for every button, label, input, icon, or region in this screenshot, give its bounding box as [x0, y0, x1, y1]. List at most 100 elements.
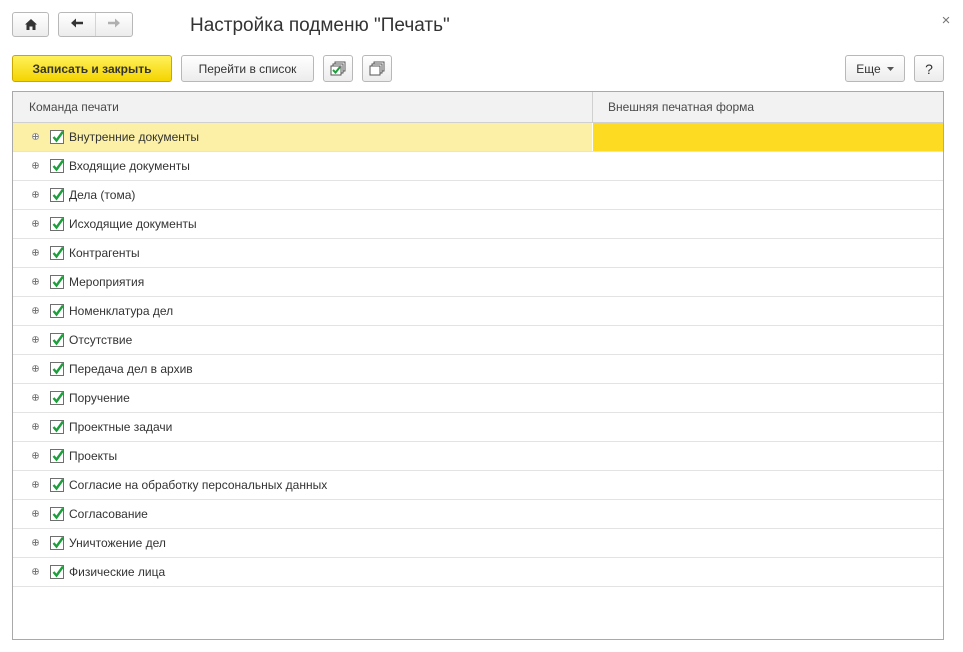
external-form-cell[interactable] [593, 297, 943, 325]
checkbox-icon[interactable] [50, 130, 64, 144]
history-nav [58, 12, 133, 37]
external-form-cell[interactable] [593, 326, 943, 354]
chevron-down-icon [886, 66, 894, 71]
checkbox-icon[interactable] [50, 362, 64, 376]
expand-icon[interactable] [32, 394, 39, 401]
check-all-button[interactable] [323, 55, 353, 82]
arrow-right-icon [107, 17, 121, 32]
expand-icon[interactable] [32, 133, 39, 140]
expand-icon[interactable] [32, 452, 39, 459]
table-row[interactable]: Контрагенты [13, 239, 943, 268]
command-cell[interactable]: Отсутствие [13, 326, 592, 354]
table-row[interactable]: Согласование [13, 500, 943, 529]
external-form-cell[interactable] [593, 239, 943, 267]
table-row[interactable]: Уничтожение дел [13, 529, 943, 558]
checkbox-icon[interactable] [50, 217, 64, 231]
external-form-cell[interactable] [593, 123, 943, 151]
external-form-cell[interactable] [593, 355, 943, 383]
expand-icon[interactable] [32, 220, 39, 227]
table-row[interactable]: Передача дел в архив [13, 355, 943, 384]
external-form-cell[interactable] [593, 529, 943, 557]
table-row[interactable]: Внутренние документы [13, 123, 943, 152]
external-form-cell[interactable] [593, 558, 943, 586]
checkbox-icon[interactable] [50, 565, 64, 579]
command-cell[interactable]: Проекты [13, 442, 592, 470]
save-and-close-button[interactable]: Записать и закрыть [12, 55, 172, 82]
command-label: Входящие документы [69, 159, 190, 173]
command-cell[interactable]: Исходящие документы [13, 210, 592, 238]
external-form-cell[interactable] [593, 210, 943, 238]
checkbox-icon[interactable] [50, 246, 64, 260]
checkbox-icon[interactable] [50, 304, 64, 318]
command-cell[interactable]: Входящие документы [13, 152, 592, 180]
table-row[interactable]: Согласие на обработку персональных данны… [13, 471, 943, 500]
command-cell[interactable]: Мероприятия [13, 268, 592, 296]
table-row[interactable]: Отсутствие [13, 326, 943, 355]
external-form-cell[interactable] [593, 413, 943, 441]
checkbox-icon[interactable] [50, 478, 64, 492]
column-header-command[interactable]: Команда печати [29, 92, 119, 122]
command-label: Отсутствие [69, 333, 133, 347]
expand-icon[interactable] [32, 423, 39, 430]
external-form-cell[interactable] [593, 384, 943, 412]
close-icon[interactable]: × [938, 12, 954, 28]
expand-icon[interactable] [32, 539, 39, 546]
back-button[interactable] [59, 13, 95, 36]
checkbox-icon[interactable] [50, 420, 64, 434]
command-cell[interactable]: Согласие на обработку персональных данны… [13, 471, 592, 499]
command-cell[interactable]: Контрагенты [13, 239, 592, 267]
more-button[interactable]: Еще [845, 55, 905, 82]
expand-icon[interactable] [32, 510, 39, 517]
table-row[interactable]: Мероприятия [13, 268, 943, 297]
column-header-external-form[interactable]: Внешняя печатная форма [608, 92, 754, 122]
command-cell[interactable]: Передача дел в архив [13, 355, 592, 383]
external-form-cell[interactable] [593, 152, 943, 180]
command-cell[interactable]: Уничтожение дел [13, 529, 592, 557]
command-cell[interactable]: Поручение [13, 384, 592, 412]
home-button[interactable] [12, 12, 49, 37]
table-row[interactable]: Проекты [13, 442, 943, 471]
external-form-cell[interactable] [593, 181, 943, 209]
forward-button[interactable] [95, 13, 132, 36]
checkbox-icon[interactable] [50, 449, 64, 463]
external-form-cell[interactable] [593, 471, 943, 499]
command-cell[interactable]: Номенклатура дел [13, 297, 592, 325]
external-form-cell[interactable] [593, 268, 943, 296]
command-cell[interactable]: Проектные задачи [13, 413, 592, 441]
table-row[interactable]: Входящие документы [13, 152, 943, 181]
command-cell[interactable]: Физические лица [13, 558, 592, 586]
external-form-cell[interactable] [593, 500, 943, 528]
expand-icon[interactable] [32, 191, 39, 198]
checkbox-icon[interactable] [50, 536, 64, 550]
expand-icon[interactable] [32, 568, 39, 575]
page-title: Настройка подменю "Печать" [190, 15, 450, 36]
table-row[interactable]: Исходящие документы [13, 210, 943, 239]
command-cell[interactable]: Дела (тома) [13, 181, 592, 209]
external-form-cell[interactable] [593, 442, 943, 470]
expand-icon[interactable] [32, 336, 39, 343]
expand-icon[interactable] [32, 278, 39, 285]
checkbox-icon[interactable] [50, 159, 64, 173]
help-button[interactable]: ? [914, 55, 944, 82]
checkbox-icon[interactable] [50, 275, 64, 289]
uncheck-all-button[interactable] [362, 55, 392, 82]
checkbox-icon[interactable] [50, 333, 64, 347]
checkbox-icon[interactable] [50, 188, 64, 202]
command-cell[interactable]: Внутренние документы [13, 123, 592, 151]
table-row[interactable]: Дела (тома) [13, 181, 943, 210]
expand-icon[interactable] [32, 307, 39, 314]
goto-list-button[interactable]: Перейти в список [181, 55, 314, 82]
table-row[interactable]: Физические лица [13, 558, 943, 587]
table-row[interactable]: Проектные задачи [13, 413, 943, 442]
checkbox-icon[interactable] [50, 391, 64, 405]
expand-icon[interactable] [32, 365, 39, 372]
table-row[interactable]: Поручение [13, 384, 943, 413]
command-cell[interactable]: Согласование [13, 500, 592, 528]
expand-icon[interactable] [32, 481, 39, 488]
checkbox-icon[interactable] [50, 507, 64, 521]
table-header: Команда печати Внешняя печатная форма [13, 92, 943, 123]
expand-icon[interactable] [32, 249, 39, 256]
table-row[interactable]: Номенклатура дел [13, 297, 943, 326]
expand-icon[interactable] [32, 162, 39, 169]
home-icon [24, 18, 38, 31]
